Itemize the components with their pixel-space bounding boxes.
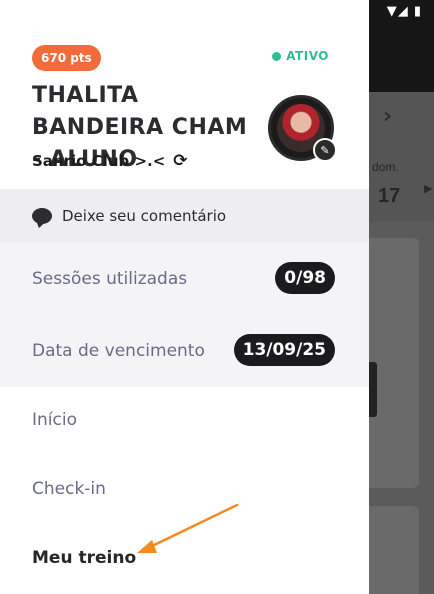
- switch-club-icon[interactable]: ⟳: [173, 151, 187, 171]
- club-name: Sanrio Club >.<: [32, 152, 166, 170]
- comment-label: Deixe seu comentário: [62, 207, 227, 225]
- status-dot-icon: [272, 51, 282, 61]
- points-badge[interactable]: 670 pts: [32, 45, 101, 71]
- background-card: [369, 506, 419, 594]
- expiry-row: Data de vencimento 13/09/25: [0, 315, 369, 387]
- background-card-accent: [369, 362, 377, 417]
- membership-info: Sessões utilizadas 0/98 Data de vencimen…: [0, 243, 369, 387]
- menu-item-meu-treino[interactable]: Meu treino: [32, 548, 136, 568]
- menu-item-check-in[interactable]: Check-in: [32, 479, 106, 499]
- day-number[interactable]: 17: [378, 185, 400, 208]
- comment-icon: [32, 208, 52, 224]
- club-switcher[interactable]: Sanrio Club >.< ⟳: [32, 151, 188, 171]
- day-chevron-icon[interactable]: ▶: [424, 182, 432, 195]
- menu-item-inicio[interactable]: Início: [32, 410, 77, 430]
- expiry-value: 13/09/25: [233, 334, 335, 366]
- profile-header: 670 pts ATIVO THALITA BANDEIRA CHAM - AL…: [0, 0, 369, 189]
- sessions-label: Sessões utilizadas: [32, 269, 188, 289]
- status-label: ATIVO: [286, 49, 329, 63]
- sessions-value: 0/98: [275, 262, 335, 294]
- status-indicator: ATIVO: [272, 49, 329, 63]
- day-label: dom.: [372, 160, 399, 174]
- comment-button[interactable]: Deixe seu comentário: [0, 189, 369, 243]
- next-week-chevron-icon[interactable]: ›: [383, 104, 392, 129]
- status-bar-icons: ▼◢ ▮: [386, 4, 422, 19]
- edit-avatar-icon[interactable]: ✎: [313, 138, 337, 162]
- navigation-drawer: 670 pts ATIVO THALITA BANDEIRA CHAM - AL…: [0, 0, 369, 594]
- expiry-label: Data de vencimento: [32, 341, 205, 361]
- sessions-row: Sessões utilizadas 0/98: [0, 243, 369, 315]
